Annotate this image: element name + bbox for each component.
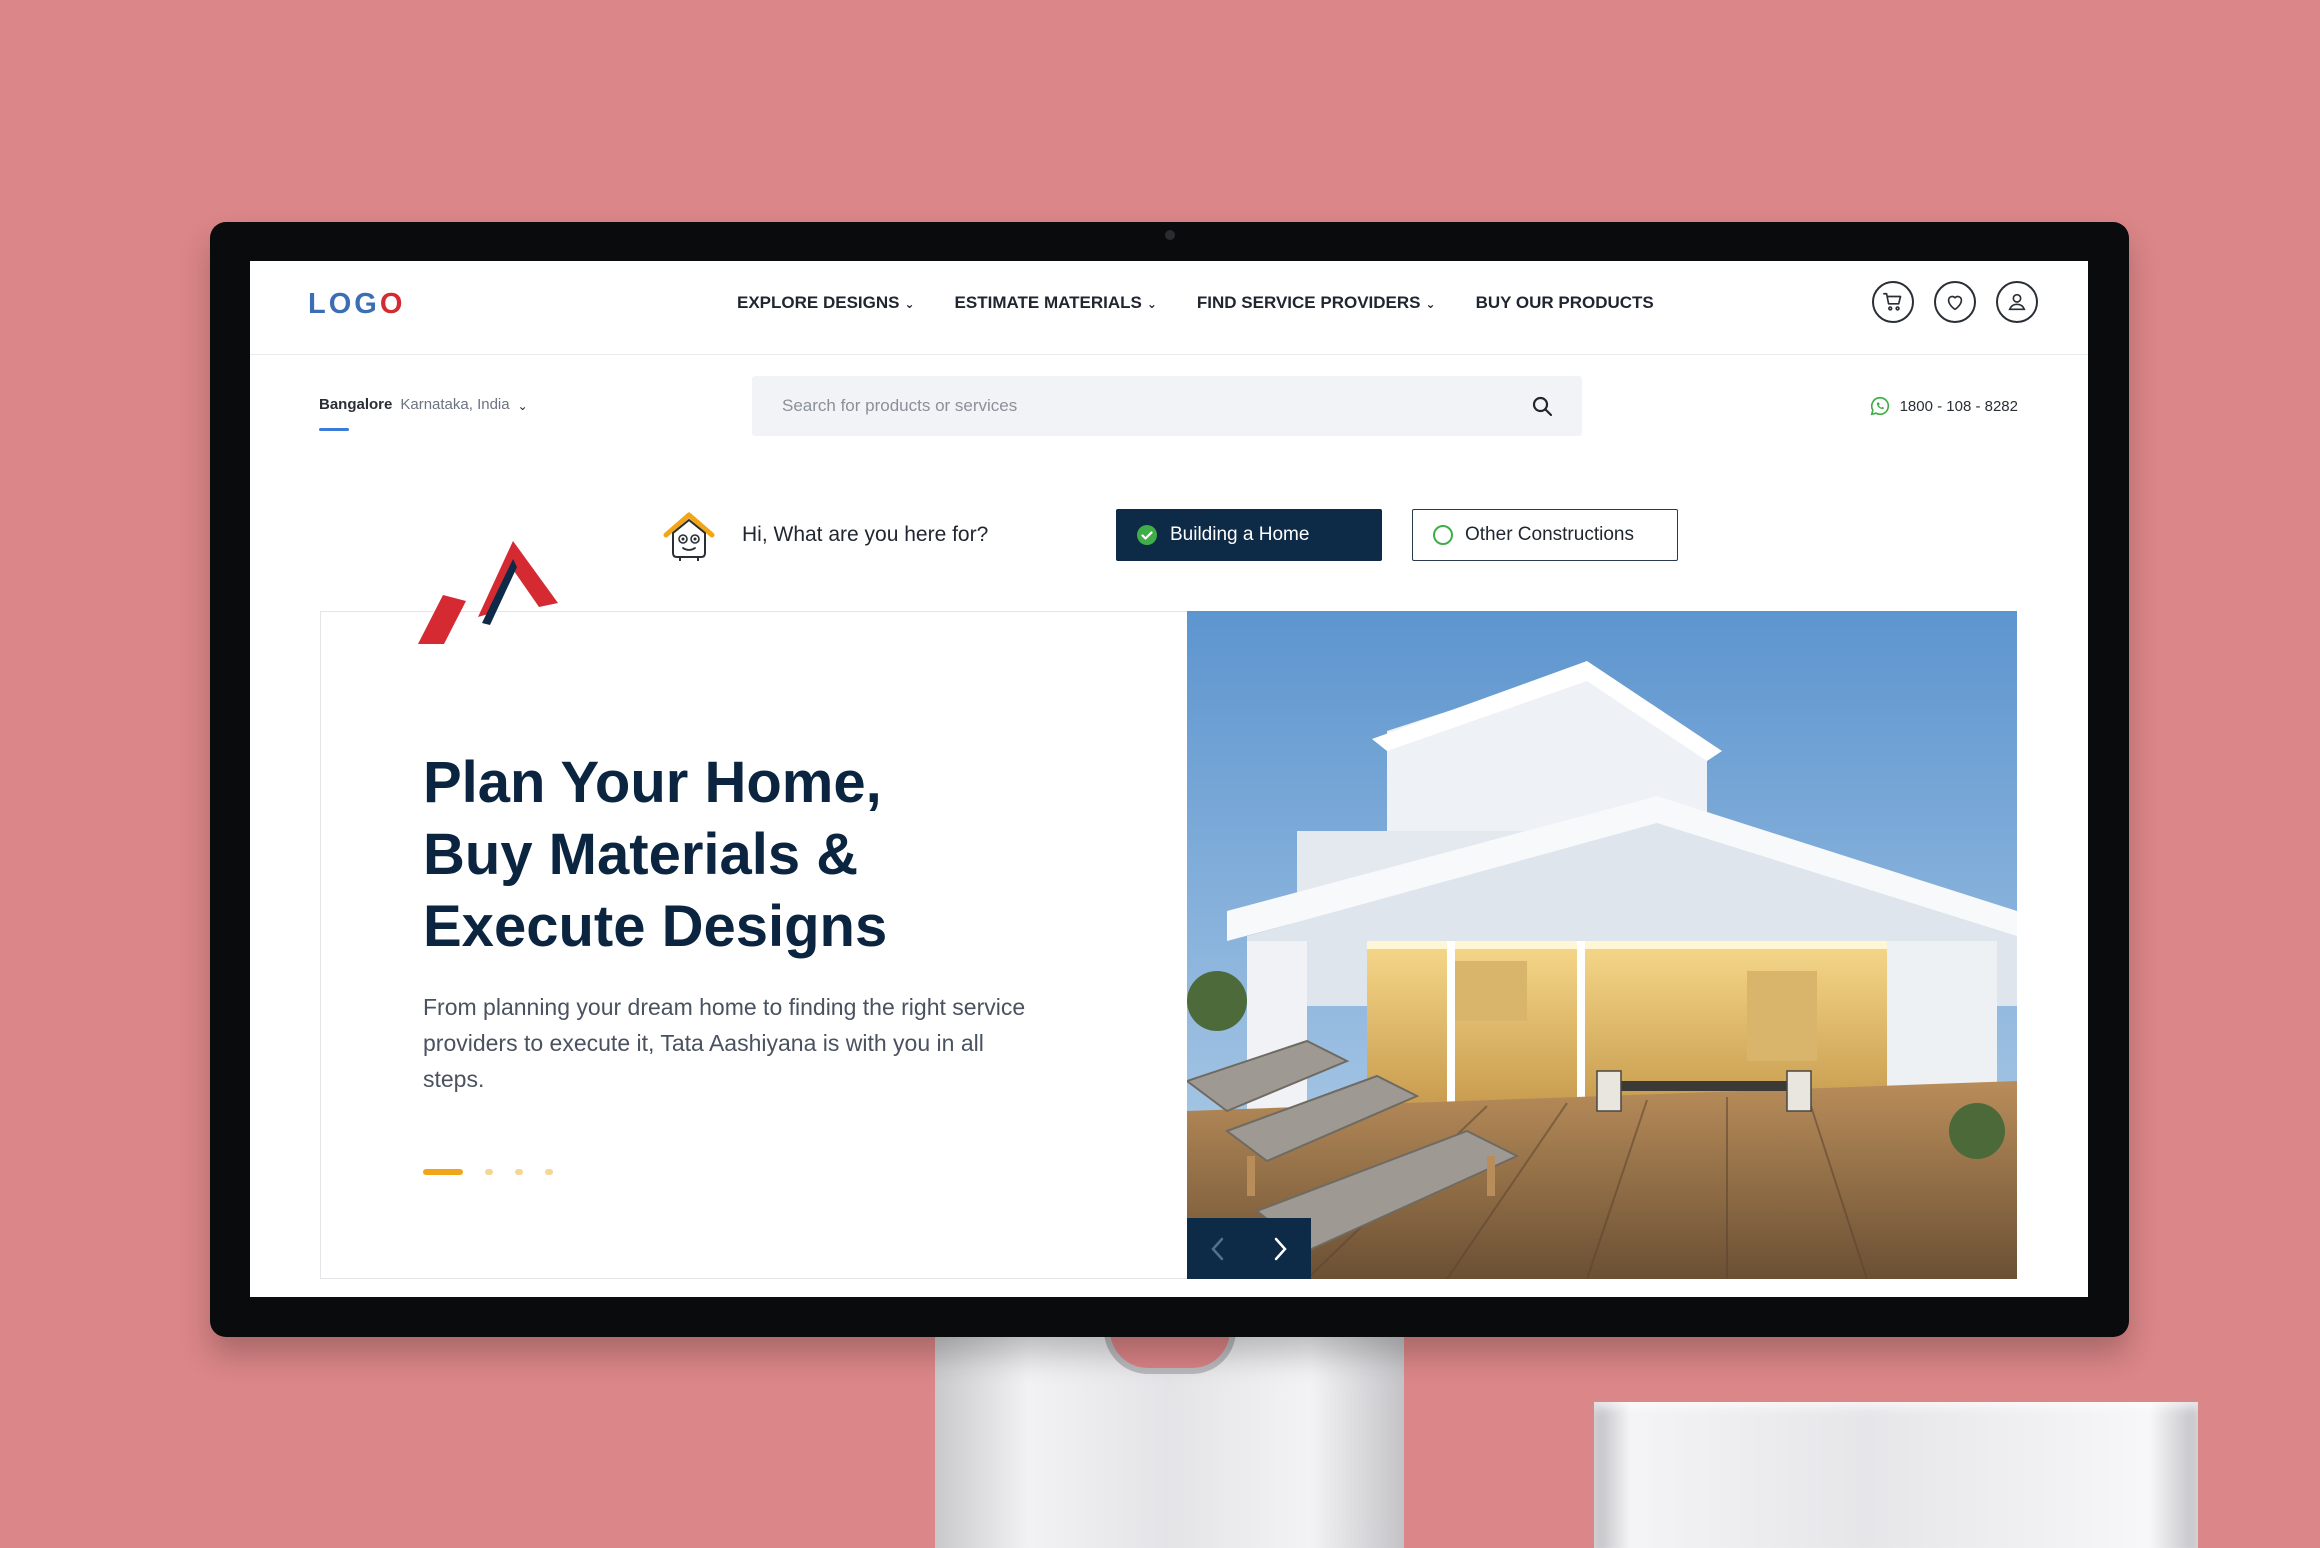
chevron-right-icon <box>1274 1237 1287 1260</box>
building-home-option[interactable]: Building a Home <box>1116 509 1382 561</box>
search-input[interactable] <box>782 396 1482 416</box>
search-bar <box>752 376 1582 436</box>
camera-dot <box>1165 230 1175 240</box>
site-logo[interactable]: LOGO <box>308 288 405 321</box>
slider-pagination <box>423 1169 553 1175</box>
nav-label: FIND SERVICE PROVIDERS <box>1196 293 1421 312</box>
hero-title-line: Plan Your Home, <box>423 750 882 815</box>
wishlist-button[interactable] <box>1934 281 1976 323</box>
check-circle-icon <box>1137 525 1157 545</box>
slider-prev-button[interactable] <box>1187 1218 1249 1279</box>
option-label: Other Constructions <box>1465 524 1634 545</box>
search-icon[interactable] <box>1530 394 1554 418</box>
slider-controls <box>1187 1218 1311 1279</box>
intent-question: Hi, What are you here for? <box>742 523 989 546</box>
phone-number: 1800 - 108 - 8282 <box>1899 397 2018 415</box>
slider-dot[interactable] <box>515 1169 523 1175</box>
header-divider <box>250 354 2088 355</box>
header-actions <box>1872 281 2038 323</box>
nav-label: EXPLORE DESIGNS <box>737 293 900 312</box>
cart-icon <box>1883 292 1902 311</box>
location-city: Bangalore <box>319 396 393 413</box>
slider-dot[interactable] <box>485 1169 493 1175</box>
hero-subtitle: From planning your dream home to finding… <box>423 994 1026 1092</box>
location-selector[interactable]: Bangalore Karnataka, India ⌄ <box>319 396 528 413</box>
option-label: Building a Home <box>1170 524 1310 545</box>
hero-house-image <box>1187 611 2017 1279</box>
chevron-down-icon: ⌄ <box>904 297 915 311</box>
cart-button[interactable] <box>1872 281 1914 323</box>
nav-label: BUY OUR PRODUCTS <box>1475 293 1654 312</box>
heart-icon <box>1947 295 1963 311</box>
nav-label: ESTIMATE MATERIALS <box>954 293 1142 312</box>
hero-title-line: Execute Designs <box>423 894 888 959</box>
hero-title-line: Buy Materials & <box>423 822 859 887</box>
nav-estimate-materials[interactable]: ESTIMATE MATERIALS ⌄ <box>955 293 1157 313</box>
contact-phone[interactable]: 1800 - 108 - 8282 <box>1869 395 2018 417</box>
other-constructions-option[interactable]: Other Constructions <box>1412 509 1678 561</box>
chevron-down-icon: ⌄ <box>1425 297 1436 311</box>
user-icon <box>2008 293 2026 311</box>
side-device <box>1594 1402 2198 1548</box>
logo-text: LOG <box>308 288 380 320</box>
slider-dot[interactable] <box>545 1169 553 1175</box>
logo-accent-letter: O <box>379 288 406 320</box>
account-button[interactable] <box>1996 281 2038 323</box>
whatsapp-icon <box>1870 396 1889 416</box>
brand-mark-icon <box>418 541 558 644</box>
nav-buy-our-products[interactable]: BUY OUR PRODUCTS <box>1476 293 1654 313</box>
main-nav: EXPLORE DESIGNS ⌄ ESTIMATE MATERIALS ⌄ F… <box>737 293 1654 313</box>
chevron-left-icon <box>1211 1237 1224 1260</box>
website-screen: LOGO EXPLORE DESIGNS ⌄ ESTIMATE MATERIAL… <box>250 261 2088 1297</box>
chevron-down-icon: ⌄ <box>1146 297 1157 311</box>
slider-next-button[interactable] <box>1249 1218 1311 1279</box>
house-mascot-icon <box>663 512 715 561</box>
nav-find-service-providers[interactable]: FIND SERVICE PROVIDERS ⌄ <box>1197 293 1436 313</box>
hero-title: Plan Your Home, Buy Materials & Execute … <box>423 747 1023 963</box>
nav-explore-designs[interactable]: EXPLORE DESIGNS ⌄ <box>737 293 915 313</box>
chevron-down-icon: ⌄ <box>517 399 528 413</box>
location-region: Karnataka, India <box>400 396 510 413</box>
location-underline <box>319 428 349 431</box>
radio-circle-icon <box>1433 525 1453 545</box>
slider-dot-active[interactable] <box>423 1169 463 1175</box>
